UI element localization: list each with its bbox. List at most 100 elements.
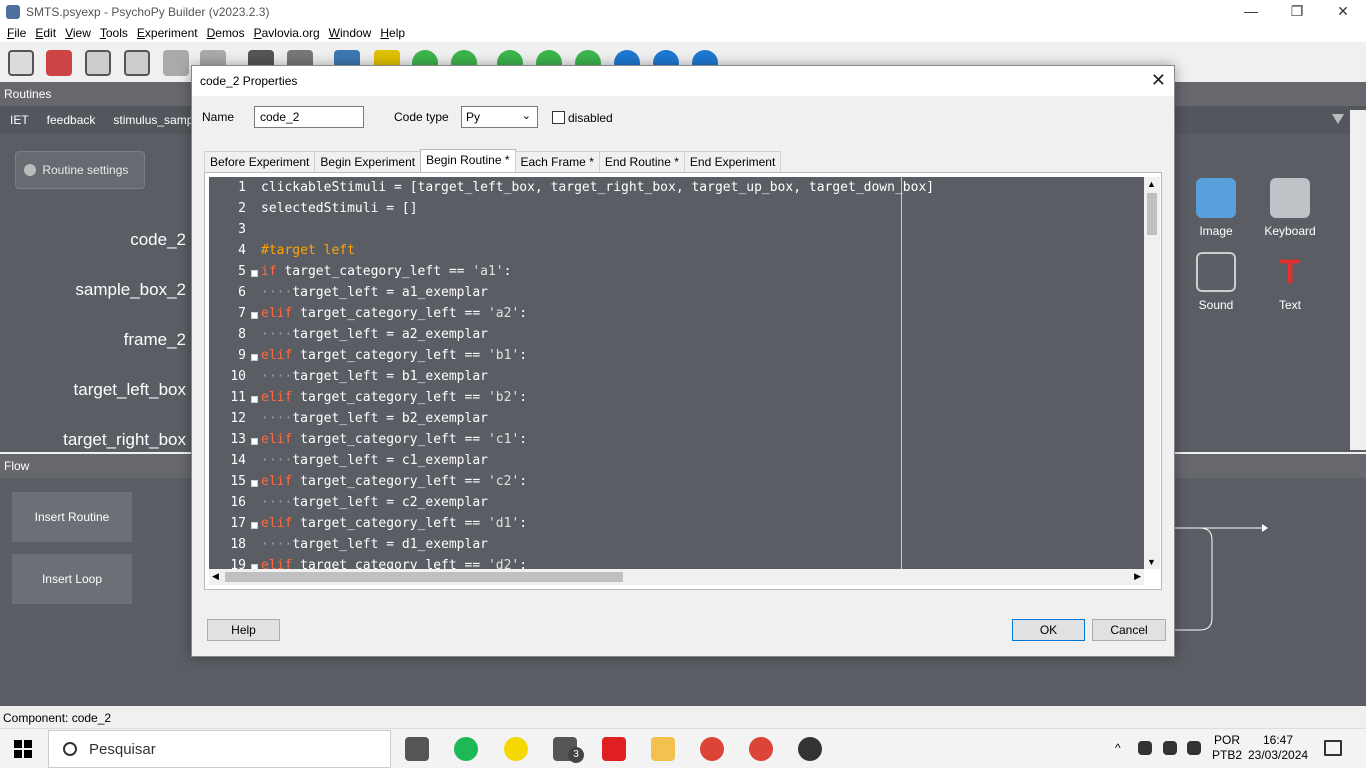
cancel-button[interactable]: Cancel (1092, 619, 1166, 641)
close-window-button[interactable]: ✕ (1320, 0, 1366, 24)
code-line[interactable]: 6 ····target_left = a1_exemplar (209, 282, 1144, 303)
code-line[interactable]: 8 ····target_left = a2_exemplar (209, 324, 1144, 345)
spotify-icon[interactable] (454, 737, 478, 761)
code-line[interactable]: 17 elif target_category_left == 'd1': (209, 513, 1144, 534)
fold-marker-icon[interactable] (251, 438, 258, 445)
tab-begin-experiment[interactable]: Begin Experiment (314, 151, 422, 172)
code-line[interactable]: 14 ····target_left = c1_exemplar (209, 450, 1144, 471)
component-sound[interactable]: Sound (1181, 252, 1251, 312)
disabled-checkbox[interactable] (552, 111, 565, 124)
routine-vertical-scrollbar[interactable] (1350, 110, 1366, 450)
scroll-down-icon[interactable]: ▼ (1147, 557, 1156, 567)
routine-settings-button[interactable]: Routine settings (15, 151, 145, 189)
code-type-select[interactable]: Py ⌄ (461, 106, 538, 128)
menu-view[interactable]: View (65, 26, 91, 40)
code-line[interactable]: 13 elif target_category_left == 'c1': (209, 429, 1144, 450)
scroll-right-icon[interactable]: ▶ (1134, 571, 1141, 582)
component-frame-2[interactable]: frame_2 (124, 330, 186, 350)
menu-edit[interactable]: Edit (35, 26, 56, 40)
code-editor[interactable]: 1 clickableStimuli = [target_left_box, ta… (209, 177, 1144, 569)
new-file-icon[interactable] (8, 50, 34, 76)
component-image[interactable]: Image (1181, 178, 1251, 238)
filter-icon[interactable] (1332, 114, 1344, 124)
component-target-right-box[interactable]: target_right_box (63, 430, 186, 450)
chevron-up-icon[interactable]: ^ (1115, 741, 1121, 756)
code-line[interactable]: 5 if target_category_left == 'a1': (209, 261, 1144, 282)
routine-tab-iet[interactable]: IET (10, 113, 29, 127)
menu-pavlovia[interactable]: Pavlovia.org (254, 26, 320, 40)
undo-icon[interactable] (163, 50, 189, 76)
editor-horizontal-scrollbar[interactable]: ◀ ▶ (209, 569, 1144, 585)
component-target-left-box[interactable]: target_left_box (74, 380, 186, 400)
fold-marker-icon[interactable] (251, 396, 258, 403)
pdf-reader-icon[interactable] (602, 737, 626, 761)
code-line[interactable]: 12 ····target_left = b2_exemplar (209, 408, 1144, 429)
save-icon[interactable] (85, 50, 111, 76)
code-line[interactable]: 10 ····target_left = b1_exemplar (209, 366, 1144, 387)
network-icon[interactable] (1138, 741, 1152, 755)
fold-marker-icon[interactable] (251, 270, 258, 277)
volume-icon[interactable] (1187, 741, 1201, 755)
insert-routine-button[interactable]: Insert Routine (12, 492, 132, 542)
code-line[interactable]: 16 ····target_left = c2_exemplar (209, 492, 1144, 513)
fold-marker-icon[interactable] (251, 354, 258, 361)
taskbar-search[interactable]: Pesquisar (48, 730, 391, 768)
code-line[interactable]: 2 selectedStimuli = [] (209, 198, 1144, 219)
menu-tools[interactable]: Tools (100, 26, 128, 40)
menu-experiment[interactable]: Experiment (137, 26, 198, 40)
component-text[interactable]: T Text (1255, 252, 1325, 312)
notifications-icon[interactable] (1324, 740, 1342, 756)
app-yellow-icon[interactable] (504, 737, 528, 761)
file-explorer-icon[interactable] (651, 737, 675, 761)
editor-vscroll-thumb[interactable] (1147, 193, 1157, 235)
minimize-button[interactable]: — (1228, 0, 1274, 24)
menu-file[interactable]: File (7, 26, 26, 40)
fold-marker-icon[interactable] (251, 522, 258, 529)
menu-window[interactable]: Window (329, 26, 372, 40)
windows-start-icon[interactable] (14, 740, 32, 758)
scroll-up-icon[interactable]: ▲ (1147, 179, 1156, 189)
chrome-profile-icon[interactable] (749, 737, 773, 761)
editor-vertical-scrollbar[interactable]: ▲ ▼ (1144, 177, 1160, 569)
ok-button[interactable]: OK (1012, 619, 1085, 641)
save-as-icon[interactable] (124, 50, 150, 76)
routine-tab-stimulus[interactable]: stimulus_samp (113, 113, 193, 127)
insert-loop-button[interactable]: Insert Loop (12, 554, 132, 604)
code-line[interactable]: 18 ····target_left = d1_exemplar (209, 534, 1144, 555)
language-indicator[interactable]: POR PTB2 (1207, 733, 1247, 763)
tab-begin-routine[interactable]: Begin Routine * (420, 149, 516, 172)
tab-end-routine[interactable]: End Routine * (598, 151, 685, 172)
menu-demos[interactable]: Demos (207, 26, 245, 40)
component-code-2[interactable]: code_2 (130, 230, 186, 250)
psychopy-taskbar-icon[interactable] (798, 737, 822, 761)
flow-arrow-head (1262, 524, 1268, 532)
task-view-icon[interactable] (405, 737, 429, 761)
tab-end-experiment[interactable]: End Experiment (683, 151, 782, 172)
code-line[interactable]: 4 #target left (209, 240, 1144, 261)
fold-marker-icon[interactable] (251, 480, 258, 487)
code-line[interactable]: 19 elif target_category_left == 'd2': (209, 555, 1144, 569)
restore-button[interactable]: ❐ (1274, 0, 1320, 24)
code-line[interactable]: 9 elif target_category_left == 'b1': (209, 345, 1144, 366)
code-line[interactable]: 7 elif target_category_left == 'a2': (209, 303, 1144, 324)
close-icon[interactable]: ✕ (1151, 70, 1166, 91)
menu-help[interactable]: Help (380, 26, 405, 40)
name-input[interactable]: code_2 (254, 106, 364, 128)
open-folder-icon[interactable] (46, 50, 72, 76)
editor-hscroll-thumb[interactable] (225, 572, 623, 582)
chrome-icon[interactable] (700, 737, 724, 761)
tab-each-frame[interactable]: Each Frame * (514, 151, 600, 172)
code-line[interactable]: 11 elif target_category_left == 'b2': (209, 387, 1144, 408)
component-keyboard[interactable]: Keyboard (1255, 178, 1325, 238)
tab-before-experiment[interactable]: Before Experiment (204, 151, 316, 172)
help-button[interactable]: Help (207, 619, 280, 641)
code-line[interactable]: 1 clickableStimuli = [target_left_box, ta… (209, 177, 1144, 198)
clock[interactable]: 16:47 23/03/2024 (1248, 733, 1308, 763)
wifi-icon[interactable] (1163, 741, 1177, 755)
routine-tab-feedback[interactable]: feedback (47, 113, 96, 127)
code-line[interactable]: 15 elif target_category_left == 'c2': (209, 471, 1144, 492)
fold-marker-icon[interactable] (251, 312, 258, 319)
component-sample-box-2[interactable]: sample_box_2 (75, 280, 186, 300)
scroll-left-icon[interactable]: ◀ (212, 571, 219, 582)
code-line[interactable]: 3 (209, 219, 1144, 240)
